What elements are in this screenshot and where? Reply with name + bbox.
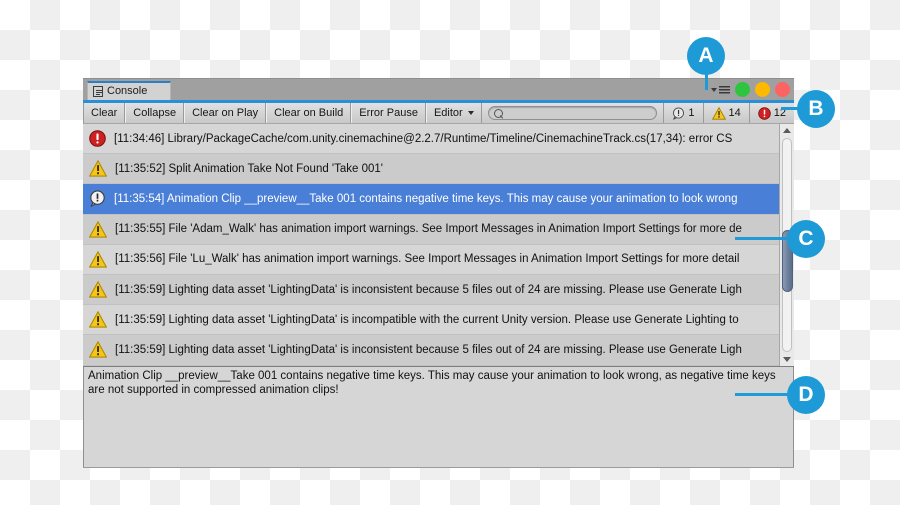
scroll-down-arrow-icon[interactable] (780, 353, 794, 366)
warning-icon (89, 250, 107, 268)
log-row-text: [11:34:46] Library/PackageCache/com.unit… (114, 132, 733, 145)
green-dot[interactable] (735, 82, 750, 97)
log-row[interactable]: [11:35:52] Split Animation Take Not Foun… (83, 154, 794, 185)
clear-on-build-button[interactable]: Clear on Build (266, 103, 352, 123)
log-row[interactable]: [11:35:55] File 'Adam_Walk' has animatio… (83, 214, 794, 245)
callout-a: A (687, 37, 725, 75)
console-icon (93, 86, 103, 97)
hamburger-menu-icon[interactable] (711, 85, 730, 94)
log-rows: [11:34:46] Library/PackageCache/com.unit… (83, 124, 794, 366)
window-titlebar: Console (83, 78, 794, 100)
titlebar-controls (711, 79, 790, 100)
error-icon (89, 130, 106, 147)
menu-bars-icon (719, 85, 730, 94)
log-detail-text: Animation Clip __preview__Take 001 conta… (88, 370, 779, 396)
yellow-dot[interactable] (755, 82, 770, 97)
tab-console-label: Console (107, 85, 148, 97)
callout-c-label: C (798, 227, 814, 250)
log-row[interactable]: [11:35:54] Animation Clip __preview__Tak… (83, 184, 794, 215)
chevron-down-icon (711, 87, 717, 92)
unity-console-window: Console Clear Collapse Clear on Play Cle… (83, 78, 794, 468)
log-detail-pane[interactable]: Animation Clip __preview__Take 001 conta… (83, 367, 794, 467)
clear-button[interactable]: Clear (83, 103, 126, 123)
editor-dropdown-label: Editor (433, 107, 463, 119)
search-icon (493, 108, 503, 118)
warning-icon (89, 341, 107, 359)
log-row-text: [11:35:56] File 'Lu_Walk' has animation … (115, 253, 740, 266)
callout-leader-d (735, 393, 790, 396)
callout-c: C (787, 220, 825, 258)
search-input[interactable] (487, 106, 658, 120)
log-row[interactable]: [11:35:59] Lighting data asset 'Lighting… (83, 305, 794, 336)
scroll-up-arrow-icon[interactable] (780, 124, 794, 137)
chevron-down-icon (467, 111, 474, 115)
log-row-text: [11:35:55] File 'Adam_Walk' has animatio… (115, 223, 742, 236)
warning-icon (89, 281, 107, 298)
callout-d-label: D (798, 383, 814, 406)
info-icon (673, 107, 685, 120)
callout-a-label: A (698, 44, 714, 67)
info-count: 1 (688, 107, 695, 119)
tab-console[interactable]: Console (87, 81, 171, 100)
log-row-text: [11:35:52] Split Animation Take Not Foun… (115, 162, 383, 175)
search-container (481, 103, 664, 123)
log-row-text: [11:35:59] Lighting data asset 'Lighting… (115, 343, 742, 356)
warning-icon (89, 311, 107, 328)
error-pause-button[interactable]: Error Pause (351, 103, 426, 123)
editor-dropdown[interactable]: Editor (425, 103, 482, 123)
warning-icon (89, 220, 107, 238)
warning-count: 14 (728, 107, 741, 119)
callout-d: D (787, 376, 825, 414)
screenshot-root: Console Clear Collapse Clear on Play Cle… (0, 0, 900, 505)
console-toolbar: Clear Collapse Clear on Play Clear on Bu… (83, 103, 794, 124)
error-counter[interactable]: 12 (748, 103, 794, 123)
log-row[interactable]: [11:35:56] File 'Lu_Walk' has animation … (83, 244, 794, 275)
error-icon (757, 106, 771, 120)
info-counter[interactable]: 1 (663, 103, 703, 123)
log-row[interactable]: [11:34:46] Library/PackageCache/com.unit… (83, 124, 794, 155)
console-log-list[interactable]: [11:34:46] Library/PackageCache/com.unit… (83, 124, 794, 367)
warning-icon (89, 160, 107, 177)
callout-leader-c (735, 237, 790, 240)
callout-b: B (797, 90, 835, 128)
log-row[interactable]: [11:35:59] Lighting data asset 'Lighting… (83, 274, 794, 306)
log-row-text: [11:35:59] Lighting data asset 'Lighting… (115, 283, 742, 296)
log-row-text: [11:35:59] Lighting data asset 'Lighting… (115, 313, 739, 326)
red-dot[interactable] (775, 82, 790, 97)
warning-counter[interactable]: 14 (702, 103, 749, 123)
log-row[interactable]: [11:35:59] Lighting data asset 'Lighting… (83, 335, 794, 366)
clear-on-play-button[interactable]: Clear on Play (184, 103, 267, 123)
warning-icon (711, 106, 726, 120)
log-row-text: [11:35:54] Animation Clip __preview__Tak… (114, 192, 738, 205)
collapse-button[interactable]: Collapse (125, 103, 185, 123)
info-icon (90, 190, 105, 208)
callout-b-label: B (808, 97, 824, 120)
